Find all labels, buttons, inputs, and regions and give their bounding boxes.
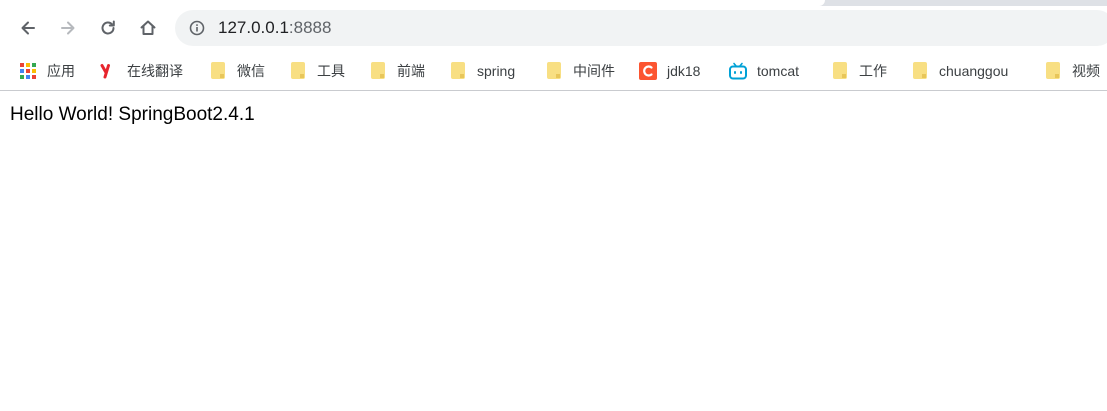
arrow-left-icon: [21, 21, 35, 35]
csdn-icon: [639, 62, 657, 80]
folder-icon: [449, 62, 467, 80]
folder-icon: [831, 62, 849, 80]
home-icon: [140, 20, 156, 35]
folder-icon: [545, 62, 563, 80]
bookmark-folder-middleware[interactable]: 中间件: [545, 60, 615, 82]
bilibili-icon: [729, 62, 747, 80]
bookmark-label: 工具: [317, 63, 345, 79]
bookmarks-bar: 应用 在线翻译 微信 工具 前端 spring 中间件 jdk18 tomcat…: [0, 52, 1107, 91]
forward-button[interactable]: [52, 12, 84, 44]
bookmark-folder-wechat[interactable]: 微信: [209, 60, 265, 82]
youdao-icon: [100, 64, 110, 79]
url-text[interactable]: 127.0.0.1:8888: [218, 18, 331, 38]
bookmark-apps[interactable]: 应用: [19, 60, 75, 82]
bookmark-folder-work[interactable]: 工作: [831, 60, 887, 82]
page-body-text: Hello World! SpringBoot2.4.1: [10, 104, 255, 125]
address-bar[interactable]: 127.0.0.1:8888: [175, 10, 1107, 46]
url-host: 127.0.0.1: [218, 18, 289, 37]
back-button[interactable]: [12, 12, 44, 44]
bookmark-label: 视频: [1072, 63, 1100, 79]
reload-button[interactable]: [92, 12, 124, 44]
bookmark-folder-tools[interactable]: 工具: [289, 60, 345, 82]
folder-icon: [289, 62, 307, 80]
bookmark-online-translate[interactable]: 在线翻译: [99, 60, 183, 82]
browser-toolbar: 127.0.0.1:8888: [0, 6, 1107, 52]
bookmark-label: 在线翻译: [127, 63, 183, 79]
bookmark-label: chuanggou: [939, 63, 1009, 79]
apps-grid-icon: [20, 63, 36, 79]
folder-icon: [369, 62, 387, 80]
bookmark-label: 前端: [397, 63, 425, 79]
home-button[interactable]: [132, 12, 164, 44]
bookmark-label: jdk18: [667, 63, 701, 79]
folder-icon: [911, 62, 929, 80]
bookmark-label: 微信: [237, 63, 265, 79]
info-icon[interactable]: [189, 20, 205, 36]
bookmark-folder-chuanggou[interactable]: chuanggou: [911, 60, 1008, 82]
bookmark-folder-frontend[interactable]: 前端: [369, 60, 425, 82]
bookmark-jdk18[interactable]: jdk18: [639, 60, 700, 82]
url-port: :8888: [288, 18, 332, 37]
bookmark-label: 中间件: [573, 63, 615, 79]
folder-icon: [1044, 62, 1062, 80]
reload-icon: [101, 20, 115, 35]
bookmark-label: 应用: [47, 63, 75, 79]
folder-icon: [209, 62, 227, 80]
arrow-right-icon: [61, 21, 75, 35]
bookmark-tomcat[interactable]: tomcat: [729, 60, 799, 82]
bookmark-label: 工作: [859, 63, 887, 79]
bookmark-label: spring: [477, 63, 516, 79]
bookmark-folder-spring[interactable]: spring: [449, 60, 515, 82]
bookmark-label: tomcat: [757, 63, 800, 79]
bookmark-folder-video[interactable]: 视频: [1044, 60, 1100, 82]
